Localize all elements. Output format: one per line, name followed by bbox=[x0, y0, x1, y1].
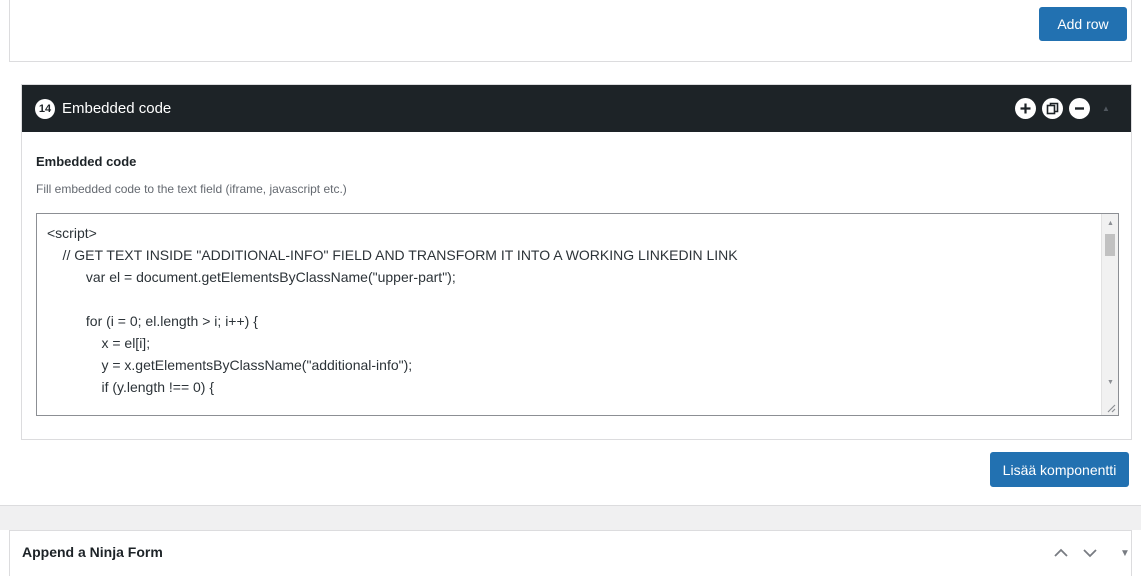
minus-circle-icon[interactable] bbox=[1069, 98, 1090, 119]
triangle-down-icon[interactable]: ▼ bbox=[1115, 542, 1135, 564]
scrollbar-thumb[interactable] bbox=[1105, 234, 1115, 256]
component-number-badge: 14 bbox=[35, 99, 55, 119]
code-line: for (i = 0; el.length > i; i++) { bbox=[47, 313, 258, 329]
scroll-up-arrow-icon[interactable]: ▲ bbox=[1102, 215, 1118, 231]
code-line: x = el[i]; bbox=[47, 335, 151, 351]
code-line: if (y.length !== 0) { bbox=[47, 379, 215, 395]
page: Add row 14 Embedded code ▲ Embedded code… bbox=[0, 0, 1141, 576]
resize-grip-icon[interactable] bbox=[1103, 400, 1117, 414]
component-title: Embedded code bbox=[62, 100, 172, 117]
section-divider bbox=[0, 505, 1141, 530]
component-header[interactable]: 14 Embedded code ▲ bbox=[22, 85, 1131, 132]
add-row-button[interactable]: Add row bbox=[1039, 7, 1127, 41]
plus-circle-icon[interactable] bbox=[1015, 98, 1036, 119]
chevron-up-icon[interactable] bbox=[1051, 542, 1071, 564]
textarea-scrollbar[interactable]: ▲ ▼ bbox=[1101, 214, 1118, 415]
code-line: y = x.getElementsByClassName("additional… bbox=[47, 357, 413, 373]
field-label: Embedded code bbox=[36, 154, 137, 169]
code-content[interactable]: <script> // GET TEXT INSIDE "ADDITIONAL-… bbox=[47, 222, 1094, 398]
code-line: // GET TEXT INSIDE "ADDITIONAL-INFO" FIE… bbox=[47, 247, 738, 263]
component-embedded-code: 14 Embedded code ▲ Embedded code Fill em… bbox=[21, 84, 1132, 440]
collapse-arrow-icon[interactable]: ▲ bbox=[1099, 100, 1113, 116]
code-line: <script> bbox=[47, 225, 97, 241]
chevron-down-icon[interactable] bbox=[1080, 542, 1100, 564]
ninja-form-panel: Append a Ninja Form ▼ bbox=[9, 530, 1132, 576]
ninja-form-title[interactable]: Append a Ninja Form bbox=[22, 544, 163, 560]
code-line: var el = document.getElementsByClassName… bbox=[47, 269, 456, 285]
field-description: Fill embedded code to the text field (if… bbox=[36, 182, 347, 196]
duplicate-icon[interactable] bbox=[1042, 98, 1063, 119]
previous-component-panel: Add row bbox=[9, 0, 1132, 62]
scroll-down-arrow-icon[interactable]: ▼ bbox=[1102, 374, 1118, 390]
add-component-button[interactable]: Lisää komponentti bbox=[990, 452, 1129, 487]
embedded-code-textarea[interactable]: <script> // GET TEXT INSIDE "ADDITIONAL-… bbox=[36, 213, 1119, 416]
